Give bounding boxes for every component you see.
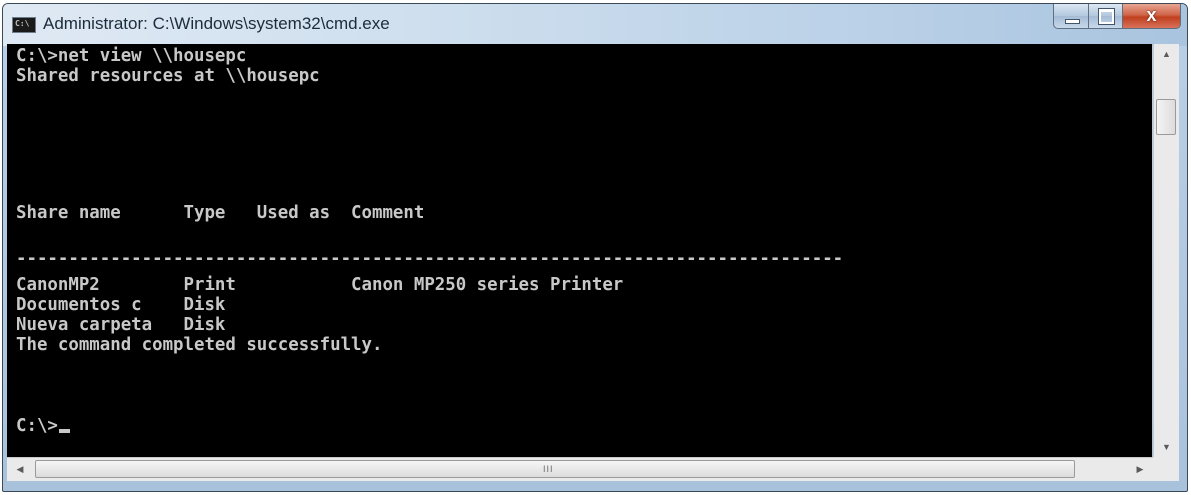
text-cursor: [58, 429, 70, 433]
scroll-up-arrow-icon[interactable]: ▲: [1154, 44, 1179, 64]
scroll-left-arrow-icon[interactable]: ◀: [9, 458, 31, 481]
horizontal-scrollbar[interactable]: ◀ III ▶: [7, 457, 1153, 481]
vertical-scrollbar[interactable]: ▲ ▼: [1153, 44, 1179, 457]
scroll-right-arrow-icon[interactable]: ▶: [1129, 458, 1151, 481]
maximize-icon: [1099, 9, 1114, 24]
horizontal-scroll-thumb[interactable]: III: [35, 460, 1075, 478]
cmd-icon[interactable]: C:\: [12, 17, 36, 33]
scrollbar-corner: [1153, 457, 1179, 481]
close-icon: x: [1146, 5, 1157, 25]
console-line: The command completed successfully.: [16, 335, 383, 355]
prompt-text: C:\>: [16, 416, 58, 436]
vertical-scroll-thumb[interactable]: [1156, 99, 1176, 135]
close-button[interactable]: x: [1123, 4, 1181, 29]
console-line: C:\>net view \\housepc: [16, 46, 247, 66]
minimize-button[interactable]: [1053, 4, 1089, 29]
cmd-icon-text: C:\: [15, 19, 30, 28]
window-title: Administrator: C:\Windows\system32\cmd.e…: [43, 14, 390, 33]
console-line: Shared resources at \\housepc: [16, 66, 320, 86]
console-output[interactable]: C:\>net view \\housepc Shared resources …: [7, 44, 1152, 457]
caption-buttons: x: [1053, 4, 1181, 29]
console-line: Documentos c Disk: [16, 295, 226, 315]
separator-line: ----------------------------------------…: [16, 249, 844, 269]
prompt-line[interactable]: C:\>: [16, 416, 70, 436]
console-line: CanonMP2 Print Canon MP250 series Printe…: [16, 275, 624, 295]
minimize-icon: [1065, 19, 1080, 24]
title-bar[interactable]: C:\ Administrator: C:\Windows\system32\c…: [3, 4, 1187, 46]
scroll-down-arrow-icon[interactable]: ▼: [1154, 437, 1179, 457]
grip-icon: III: [543, 464, 554, 474]
console-line: Share name Type Used as Comment: [16, 203, 425, 223]
console-line: Nueva carpeta Disk: [16, 315, 226, 335]
maximize-button[interactable]: [1089, 4, 1123, 29]
